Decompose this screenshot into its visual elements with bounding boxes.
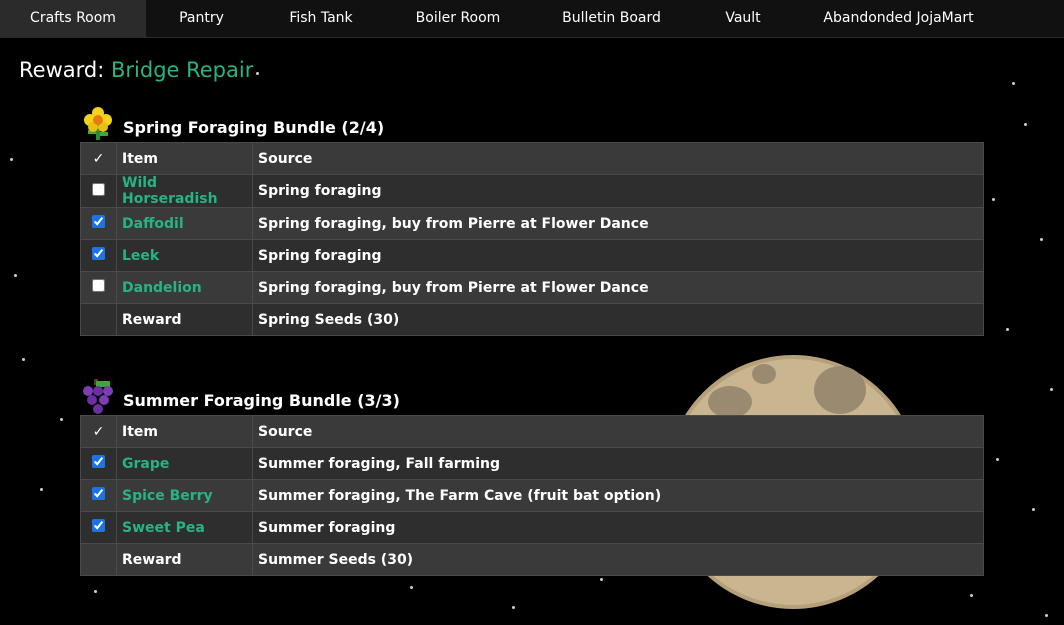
source-column-header: Source (252, 415, 984, 448)
item-column-header: Item (116, 142, 253, 175)
item-source: Summer foraging, The Farm Cave (fruit ba… (252, 479, 984, 512)
star (1050, 388, 1053, 391)
item-checkbox[interactable] (92, 455, 105, 468)
table-row: Grape Summer foraging, Fall farming (80, 447, 984, 480)
item-name-link[interactable]: Dandelion (116, 271, 253, 304)
star (600, 578, 603, 581)
reward-value: Bridge Repair (110, 58, 254, 82)
checkbox-cell (80, 174, 117, 208)
source-column-header: Source (252, 142, 984, 175)
table-row: Sweet Pea Summer foraging (80, 511, 984, 544)
bundle-title: Summer Foraging Bundle (3/3) (123, 391, 400, 410)
tab-vault[interactable]: Vault (692, 0, 794, 37)
checkbox-cell (80, 447, 117, 480)
spring-foraging-bundle: Spring Foraging Bundle (2/4) ✓ Item Sour… (80, 104, 984, 336)
tab-pantry[interactable]: Pantry (146, 0, 257, 37)
star (1032, 508, 1035, 511)
checkbox-cell (80, 479, 117, 512)
item-source: Spring foraging, buy from Pierre at Flow… (252, 271, 984, 304)
star (1006, 328, 1009, 331)
star (10, 158, 13, 161)
grape-icon (83, 379, 113, 414)
table-header-row: ✓ Item Source (80, 142, 984, 175)
daffodil-icon (84, 107, 112, 140)
checkbox-cell (80, 511, 117, 544)
room-tabs: Crafts Room Pantry Fish Tank Boiler Room… (0, 0, 1064, 38)
bundle-header: Spring Foraging Bundle (2/4) (80, 104, 984, 142)
star (410, 586, 413, 589)
star (996, 458, 999, 461)
item-name-link[interactable]: Leek (116, 239, 253, 272)
bundle-table: ✓ Item Source Wild Horseradish Spring fo… (80, 142, 984, 336)
star (1045, 614, 1048, 617)
check-column-header: ✓ (80, 415, 117, 448)
star (256, 72, 259, 75)
item-source: Summer foraging (252, 511, 984, 544)
item-checkbox[interactable] (92, 487, 105, 500)
star (14, 274, 17, 277)
table-row: Leek Spring foraging (80, 239, 984, 272)
item-name-link[interactable]: Daffodil (116, 207, 253, 240)
item-checkbox[interactable] (92, 519, 105, 532)
star (1012, 82, 1015, 85)
checkbox-cell (80, 271, 117, 304)
star (60, 418, 63, 421)
tab-crafts-room[interactable]: Crafts Room (0, 0, 146, 37)
star (22, 358, 25, 361)
summer-foraging-bundle: Summer Foraging Bundle (3/3) ✓ Item Sour… (80, 377, 984, 576)
table-row: Daffodil Spring foraging, buy from Pierr… (80, 207, 984, 240)
item-checkbox[interactable] (92, 182, 105, 196)
bundle-reward-label: Reward (116, 303, 253, 336)
star (40, 488, 43, 491)
item-source: Spring foraging (252, 174, 984, 208)
empty-cell (80, 543, 117, 576)
bundle-room-reward: Reward: Bridge Repair (19, 58, 253, 82)
tab-fish-tank[interactable]: Fish Tank (257, 0, 385, 37)
bundle-header: Summer Foraging Bundle (3/3) (80, 377, 984, 415)
table-row: Spice Berry Summer foraging, The Farm Ca… (80, 479, 984, 512)
item-checkbox[interactable] (92, 247, 105, 260)
table-row: Dandelion Spring foraging, buy from Pier… (80, 271, 984, 304)
item-source: Spring foraging (252, 239, 984, 272)
table-row: Wild Horseradish Spring foraging (80, 174, 984, 208)
item-name-link[interactable]: Sweet Pea (116, 511, 253, 544)
bundle-reward-row: Reward Summer Seeds (30) (80, 543, 984, 576)
tab-abandoned-jojamart[interactable]: Abandonded JojaMart (794, 0, 1003, 37)
empty-cell (80, 303, 117, 336)
item-column-header: Item (116, 415, 253, 448)
item-checkbox[interactable] (92, 215, 105, 228)
bundle-table: ✓ Item Source Grape Summer foraging, Fal… (80, 415, 984, 576)
star (992, 198, 995, 201)
item-checkbox[interactable] (92, 279, 105, 292)
checkbox-cell (80, 207, 117, 240)
item-name-link[interactable]: Spice Berry (116, 479, 253, 512)
star (94, 590, 97, 593)
table-header-row: ✓ Item Source (80, 415, 984, 448)
bundle-reward-value: Summer Seeds (30) (252, 543, 984, 576)
reward-label: Reward: (19, 58, 105, 82)
item-source: Summer foraging, Fall farming (252, 447, 984, 480)
star (1024, 123, 1027, 126)
item-source: Spring foraging, buy from Pierre at Flow… (252, 207, 984, 240)
tab-bulletin-board[interactable]: Bulletin Board (531, 0, 692, 37)
bundle-reward-row: Reward Spring Seeds (30) (80, 303, 984, 336)
star (512, 606, 515, 609)
check-column-header: ✓ (80, 142, 117, 175)
bundle-reward-value: Spring Seeds (30) (252, 303, 984, 336)
bundle-title: Spring Foraging Bundle (2/4) (123, 118, 385, 137)
tab-boiler-room[interactable]: Boiler Room (385, 0, 531, 37)
item-name-link[interactable]: Wild Horseradish (116, 174, 253, 208)
star (970, 594, 973, 597)
bundle-reward-label: Reward (116, 543, 253, 576)
star (1040, 238, 1043, 241)
checkbox-cell (80, 239, 117, 272)
item-name-link[interactable]: Grape (116, 447, 253, 480)
